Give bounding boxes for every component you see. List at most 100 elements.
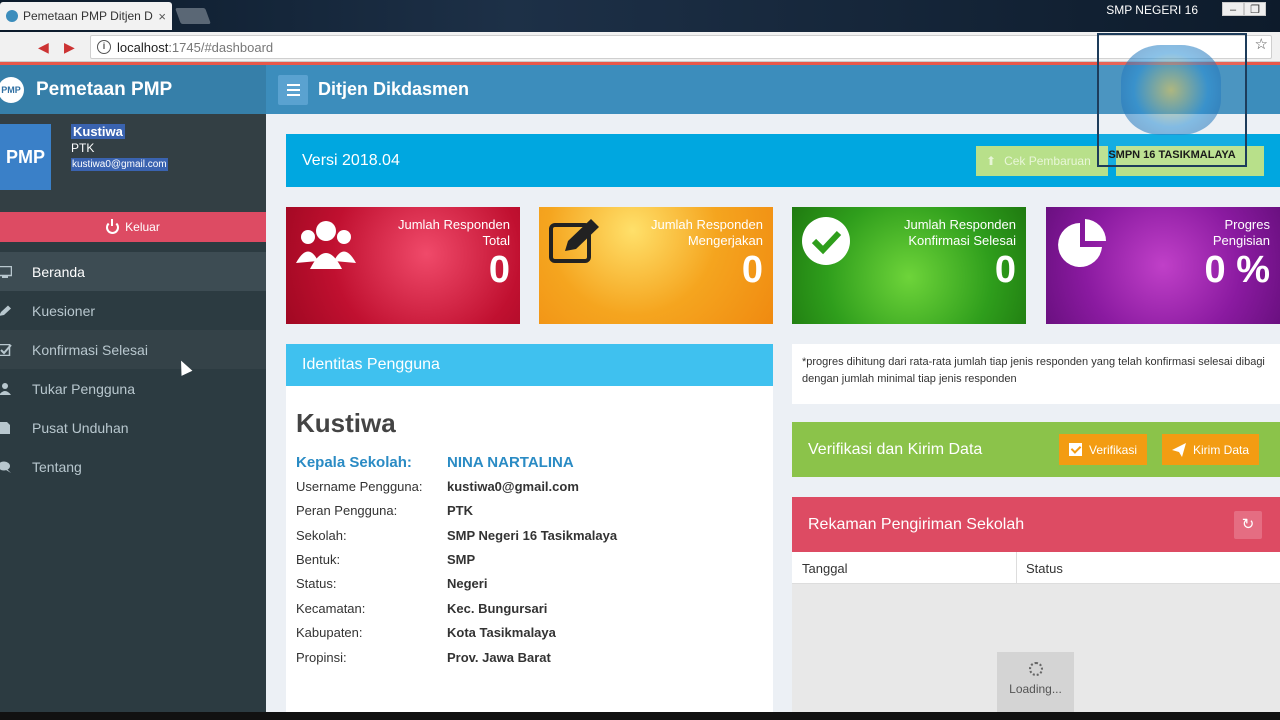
stat-label: Progres xyxy=(1224,217,1270,232)
loading-indicator: Loading... xyxy=(997,652,1074,720)
stat-label: Jumlah Responden xyxy=(397,217,510,232)
identity-row: Kabupaten: Kota Tasikmalaya xyxy=(296,625,556,640)
stat-sublabel: Mengerjakan xyxy=(687,233,763,248)
identity-row: Username Pengguna: kustiwa0@gmail.com xyxy=(296,479,579,494)
app-logo-bar[interactable]: PMP Pemetaan PMP xyxy=(0,62,266,114)
sidebar-item-label: Pusat Unduhan xyxy=(32,419,129,436)
check-update-label: Cek Pembaruan xyxy=(1004,154,1091,168)
stat-sublabel: Konfirmasi Selesai xyxy=(908,233,1016,248)
forward-icon[interactable]: ▶ xyxy=(64,39,80,55)
taskbar xyxy=(0,712,1280,720)
col-tanggal: Tanggal xyxy=(802,561,848,576)
avatar: PMP xyxy=(0,124,51,190)
sidebar-item-kuesioner[interactable]: Kuesioner xyxy=(0,291,266,330)
sidebar-item-pusat-unduhan[interactable]: Pusat Unduhan xyxy=(0,408,266,447)
stat-label: Jumlah Responden xyxy=(903,217,1016,232)
favicon-icon xyxy=(6,10,18,22)
hamburger-icon xyxy=(286,83,300,86)
sidebar-item-label: Kuesioner xyxy=(32,302,96,319)
verify-title: Verifikasi dan Kirim Data xyxy=(808,440,983,458)
records-panel: Rekaman Pengiriman Sekolah ↻ Tanggal Sta… xyxy=(792,497,1280,720)
logout-button[interactable]: Keluar xyxy=(0,212,266,242)
refresh-button[interactable]: ↻ xyxy=(1234,511,1262,539)
identity-row: Bentuk: SMP xyxy=(296,552,476,567)
user-name: Kustiwa xyxy=(71,124,125,139)
sidebar-item-tukar-pengguna[interactable]: Tukar Pengguna xyxy=(0,369,266,408)
tab-close-icon[interactable]: × xyxy=(158,9,166,24)
users-icon xyxy=(0,382,11,395)
watermark-text: SMPN 16 TASIKMALAYA xyxy=(1108,149,1236,161)
identity-row: Propinsi: Prov. Jawa Barat xyxy=(296,650,551,665)
school-seal-icon xyxy=(1121,45,1221,135)
version-label: Versi 2018.04 xyxy=(302,151,400,169)
app-logo-text: Pemetaan PMP xyxy=(36,78,173,100)
url-input[interactable]: i localhost:1745/#dashboard xyxy=(90,35,1272,59)
user-role: PTK xyxy=(71,141,95,155)
progress-note: *progres dihitung dari rata-rata jumlah … xyxy=(792,344,1280,404)
edit-icon xyxy=(0,305,11,316)
user-email: kustiwa0@gmail.com xyxy=(71,158,168,171)
header-title: Ditjen Dikdasmen xyxy=(318,79,470,99)
sidebar-menu: Beranda Kuesioner Konfirmasi Selesai Tuk… xyxy=(0,252,266,486)
url-host: localhost xyxy=(117,39,169,55)
stat-total-responden: Jumlah Responden Total 0 xyxy=(286,207,520,324)
sidebar-item-label: Tukar Pengguna xyxy=(32,380,135,397)
address-bar: ◀ ▶ i localhost:1745/#dashboard ☆ xyxy=(0,32,1280,62)
sidebar: PMP Kustiwa PTK kustiwa0@gmail.com Kelua… xyxy=(0,114,266,720)
identity-row: Status: Negeri xyxy=(296,576,488,591)
window-title: SMP NEGERI 16 xyxy=(1106,3,1198,17)
stat-responden-konfirmasi: Jumlah Responden Konfirmasi Selesai 0 xyxy=(792,207,1026,324)
stat-responden-mengerjakan: Jumlah Responden Mengerjakan 0 xyxy=(539,207,773,324)
verify-box: Verifikasi dan Kirim Data Verifikasi Kir… xyxy=(792,422,1280,477)
check-square-icon xyxy=(0,343,12,356)
col-status: Status xyxy=(1026,561,1063,576)
records-header: Rekaman Pengiriman Sekolah ↻ xyxy=(792,497,1280,552)
check-circle-icon xyxy=(802,217,850,265)
check-update-button[interactable]: ⬆ Cek Pembaruan xyxy=(976,146,1108,176)
tab-title: Pemetaan PMP Ditjen D xyxy=(23,9,153,23)
chat-icon xyxy=(0,461,11,473)
monitor-icon xyxy=(0,265,12,278)
school-watermark: SMPN 16 TASIKMALAYA xyxy=(1097,33,1247,167)
stat-label: Jumlah Responden xyxy=(650,217,763,232)
sidebar-item-label: Tentang xyxy=(32,458,82,475)
new-tab-button[interactable] xyxy=(175,8,211,24)
sidebar-toggle-button[interactable] xyxy=(278,74,308,105)
stat-value: 0 xyxy=(741,249,763,291)
minimize-icon[interactable]: – xyxy=(1222,2,1244,16)
sidebar-item-label: Konfirmasi Selesai xyxy=(32,341,148,358)
verify-button[interactable]: Verifikasi xyxy=(1059,434,1148,465)
send-data-button[interactable]: Kirim Data xyxy=(1162,434,1260,465)
kepsek-label: Kepala Sekolah: xyxy=(296,454,412,471)
edit-icon xyxy=(549,219,599,263)
bookmark-star-icon[interactable]: ☆ xyxy=(1255,35,1268,53)
user-panel: PMP Kustiwa PTK kustiwa0@gmail.com xyxy=(0,114,266,212)
stat-value: 0 % xyxy=(1204,249,1270,291)
sidebar-item-beranda[interactable]: Beranda xyxy=(0,252,266,291)
pie-chart-icon xyxy=(1058,219,1106,267)
app-logo-icon: PMP xyxy=(0,76,24,103)
loading-label: Loading... xyxy=(1009,682,1062,696)
records-title: Rekaman Pengiriman Sekolah xyxy=(808,515,1025,533)
back-icon[interactable]: ◀ xyxy=(38,39,54,55)
browser-tab[interactable]: Pemetaan PMP Ditjen D × xyxy=(0,2,172,30)
identity-row: Peran Pengguna: PTK xyxy=(296,503,473,518)
records-table-header: Tanggal Status xyxy=(792,552,1280,584)
info-icon[interactable]: i xyxy=(97,40,111,54)
identity-row: Kecamatan: Kec. Bungursari xyxy=(296,601,548,616)
identity-row: Sekolah: SMP Negeri 16 Tasikmalaya xyxy=(296,528,618,543)
identity-panel: Identitas Pengguna Kustiwa Kepala Sekola… xyxy=(286,344,773,720)
restore-icon[interactable]: ❐ xyxy=(1244,2,1266,16)
stat-progres-pengisian: Progres Pengisian 0 % xyxy=(1046,207,1280,324)
sidebar-item-tentang[interactable]: Tentang xyxy=(0,447,266,486)
sidebar-item-konfirmasi-selesai[interactable]: Konfirmasi Selesai xyxy=(0,330,266,369)
url-path: :1745/#dashboard xyxy=(168,39,274,55)
stat-value: 0 xyxy=(488,249,510,291)
file-icon xyxy=(0,421,10,434)
browser-titlebar: Pemetaan PMP Ditjen D × SMP NEGERI 16 – … xyxy=(0,0,1280,32)
stat-value: 0 xyxy=(994,249,1016,291)
logout-label: Keluar xyxy=(125,220,160,234)
send-button-label: Kirim Data xyxy=(1193,442,1250,457)
upload-icon: ⬆ xyxy=(986,154,997,168)
identity-header: Identitas Pengguna xyxy=(286,344,773,386)
